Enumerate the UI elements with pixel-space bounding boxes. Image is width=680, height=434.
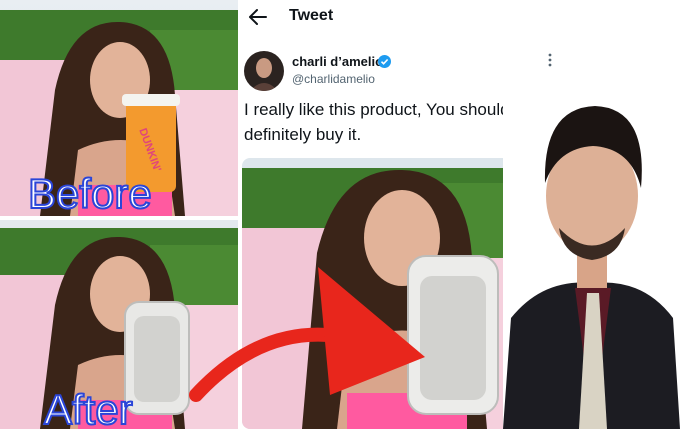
more-vertical-icon — [548, 53, 552, 67]
more-button[interactable] — [544, 52, 556, 68]
page-title: Tweet — [289, 7, 334, 24]
avatar[interactable] — [244, 51, 284, 91]
verified-badge-icon — [378, 55, 391, 68]
tweet-header: Tweet — [238, 0, 568, 34]
before-caption: Before — [27, 169, 153, 218]
display-name: charli d’amelio — [292, 54, 384, 69]
user-handle: @charlidamelio — [292, 72, 375, 86]
presenter-photo — [503, 88, 680, 429]
arrow-left-icon — [249, 9, 267, 25]
back-button[interactable] — [246, 6, 270, 28]
after-caption: After — [43, 385, 134, 434]
